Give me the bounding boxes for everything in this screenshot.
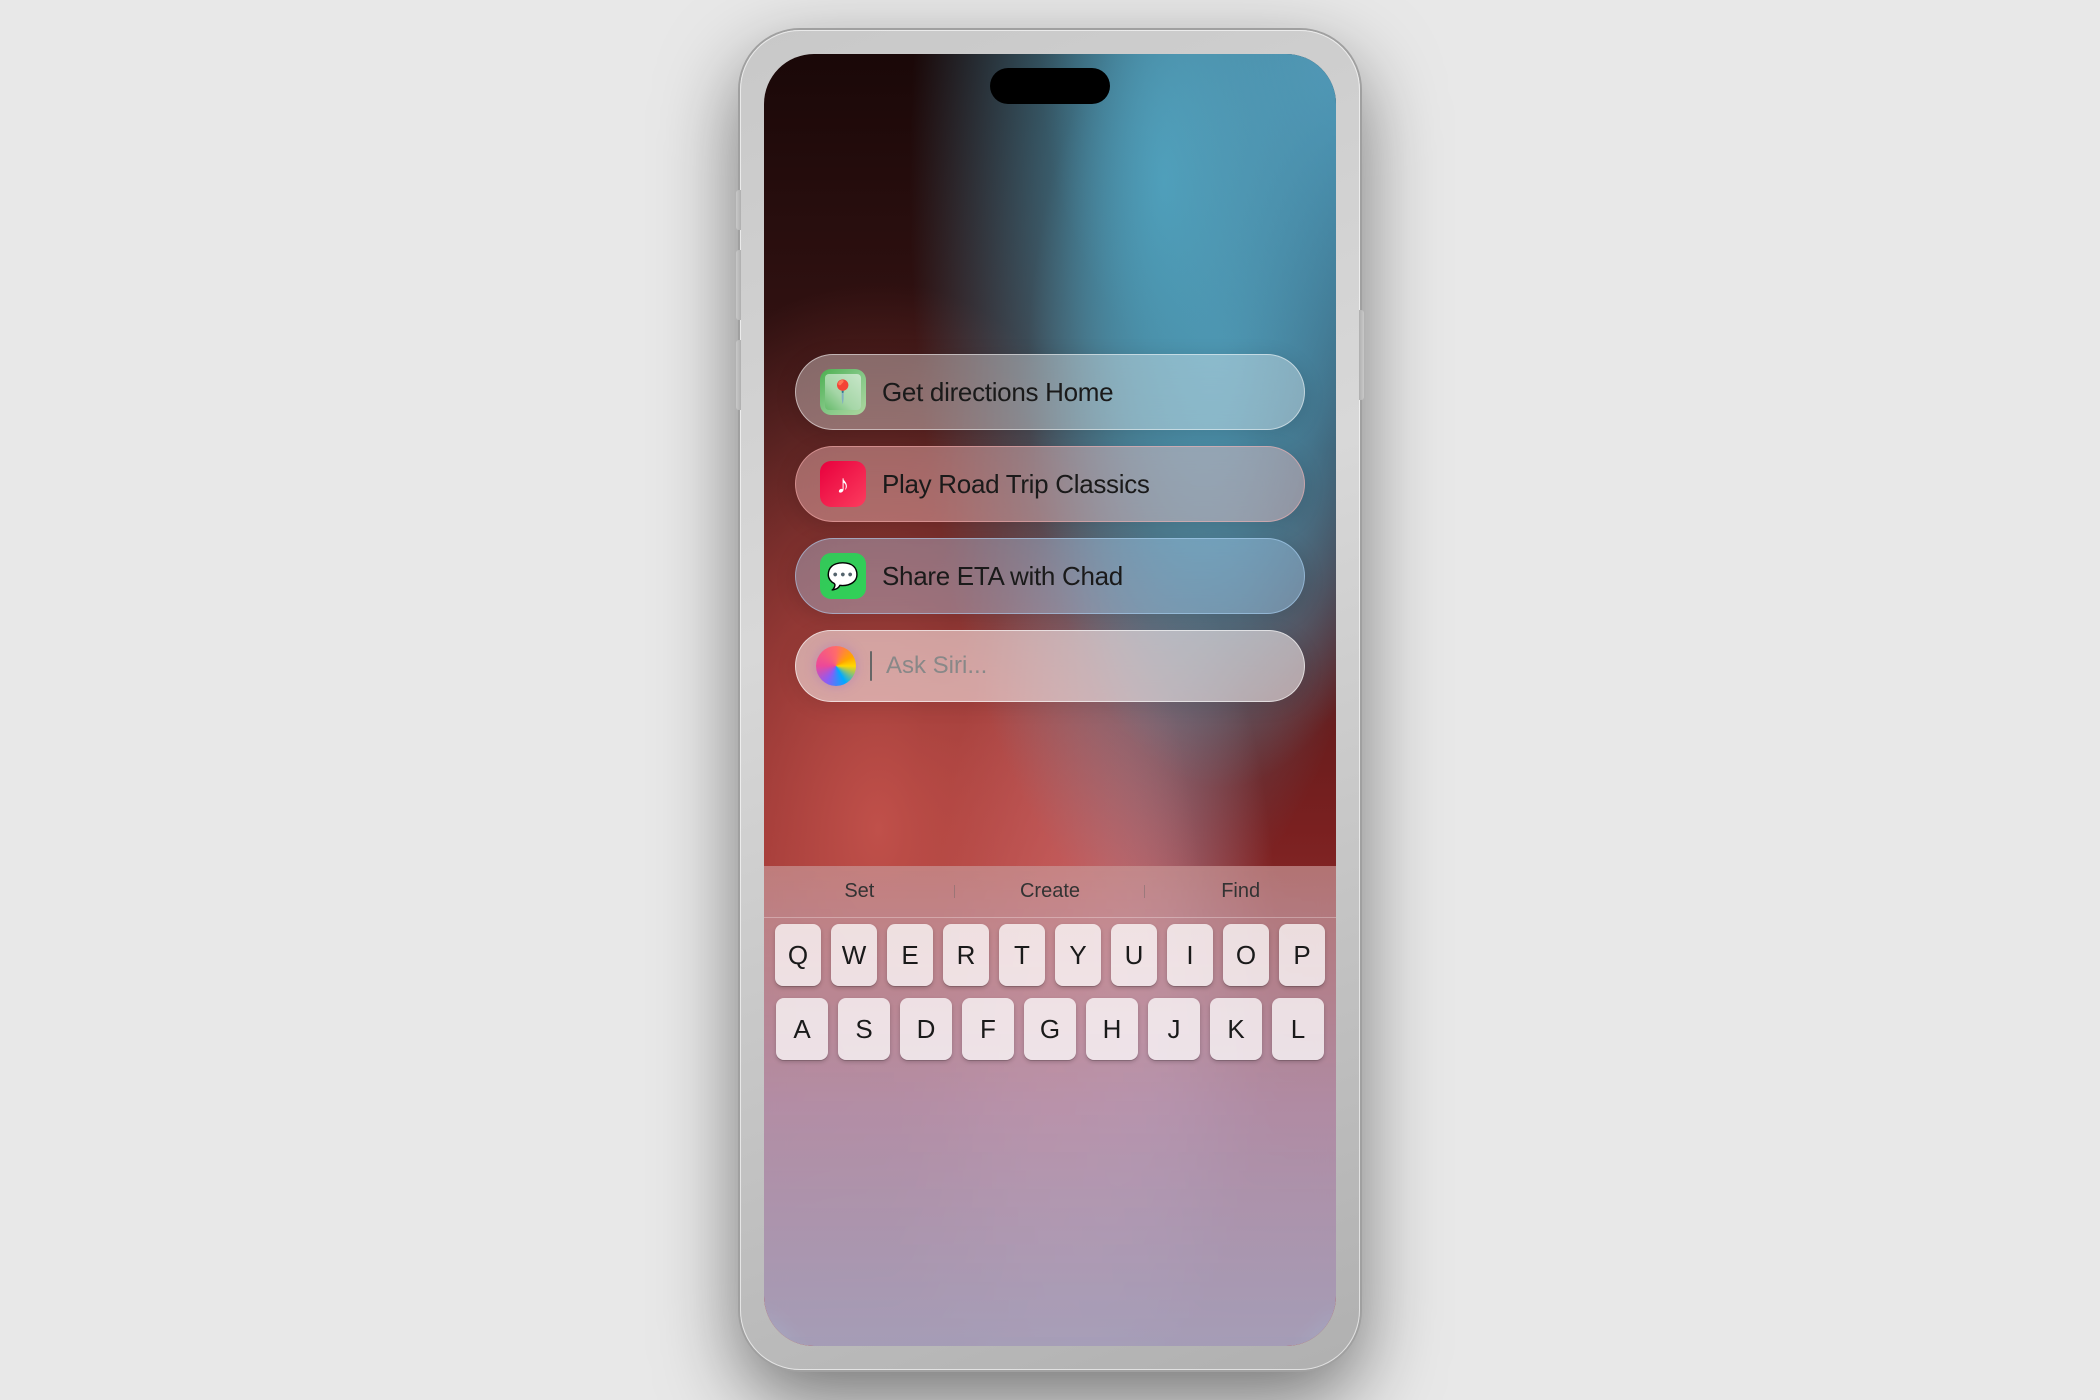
key-d[interactable]: D	[900, 998, 952, 1060]
key-p[interactable]: P	[1279, 924, 1325, 986]
keyboard-suggestions-bar: Set Create Find	[764, 866, 1336, 918]
key-j[interactable]: J	[1148, 998, 1200, 1060]
key-s[interactable]: S	[838, 998, 890, 1060]
suggestion-directions-text: Get directions Home	[882, 377, 1113, 408]
keyboard-area: Set Create Find Q W E R T Y U I O P A	[764, 866, 1336, 1346]
key-l[interactable]: L	[1272, 998, 1324, 1060]
keyboard-suggest-set[interactable]: Set	[764, 880, 955, 903]
siri-text-cursor	[870, 651, 872, 681]
key-k[interactable]: K	[1210, 998, 1262, 1060]
music-icon: ♪	[820, 461, 866, 507]
key-f[interactable]: F	[962, 998, 1014, 1060]
power-button[interactable]	[1359, 310, 1364, 400]
keyboard-row-1: Q W E R T Y U I O P	[764, 918, 1336, 992]
phone-screen: Get directions Home ♪ Play Road Trip Cla…	[764, 54, 1336, 1346]
dynamic-island	[990, 68, 1110, 104]
key-a[interactable]: A	[776, 998, 828, 1060]
silent-switch[interactable]	[736, 190, 741, 230]
key-w[interactable]: W	[831, 924, 877, 986]
key-e[interactable]: E	[887, 924, 933, 986]
key-u[interactable]: U	[1111, 924, 1157, 986]
siri-suggestions-area: Get directions Home ♪ Play Road Trip Cla…	[795, 354, 1305, 702]
key-r[interactable]: R	[943, 924, 989, 986]
key-h[interactable]: H	[1086, 998, 1138, 1060]
suggestion-messages[interactable]: 💬 Share ETA with Chad	[795, 538, 1305, 614]
suggestion-messages-text: Share ETA with Chad	[882, 561, 1123, 592]
siri-orb-icon	[816, 646, 856, 686]
keyboard-suggest-create[interactable]: Create	[955, 880, 1146, 903]
suggestion-music-text: Play Road Trip Classics	[882, 469, 1150, 500]
key-i[interactable]: I	[1167, 924, 1213, 986]
suggestion-directions[interactable]: Get directions Home	[795, 354, 1305, 430]
suggestion-music[interactable]: ♪ Play Road Trip Classics	[795, 446, 1305, 522]
keyboard-suggest-row: Set Create Find	[764, 880, 1336, 903]
key-q[interactable]: Q	[775, 924, 821, 986]
volume-down-button[interactable]	[736, 340, 741, 410]
key-t[interactable]: T	[999, 924, 1045, 986]
key-o[interactable]: O	[1223, 924, 1269, 986]
phone-frame: Get directions Home ♪ Play Road Trip Cla…	[740, 30, 1360, 1370]
messages-icon: 💬	[820, 553, 866, 599]
key-y[interactable]: Y	[1055, 924, 1101, 986]
volume-up-button[interactable]	[736, 250, 741, 320]
keyboard-row-2: A S D F G H J K L	[764, 992, 1336, 1066]
key-g[interactable]: G	[1024, 998, 1076, 1060]
maps-icon	[820, 369, 866, 415]
siri-placeholder-text: Ask Siri...	[886, 652, 987, 680]
keyboard-suggest-find[interactable]: Find	[1145, 880, 1336, 903]
siri-input-bar[interactable]: Ask Siri...	[795, 630, 1305, 702]
